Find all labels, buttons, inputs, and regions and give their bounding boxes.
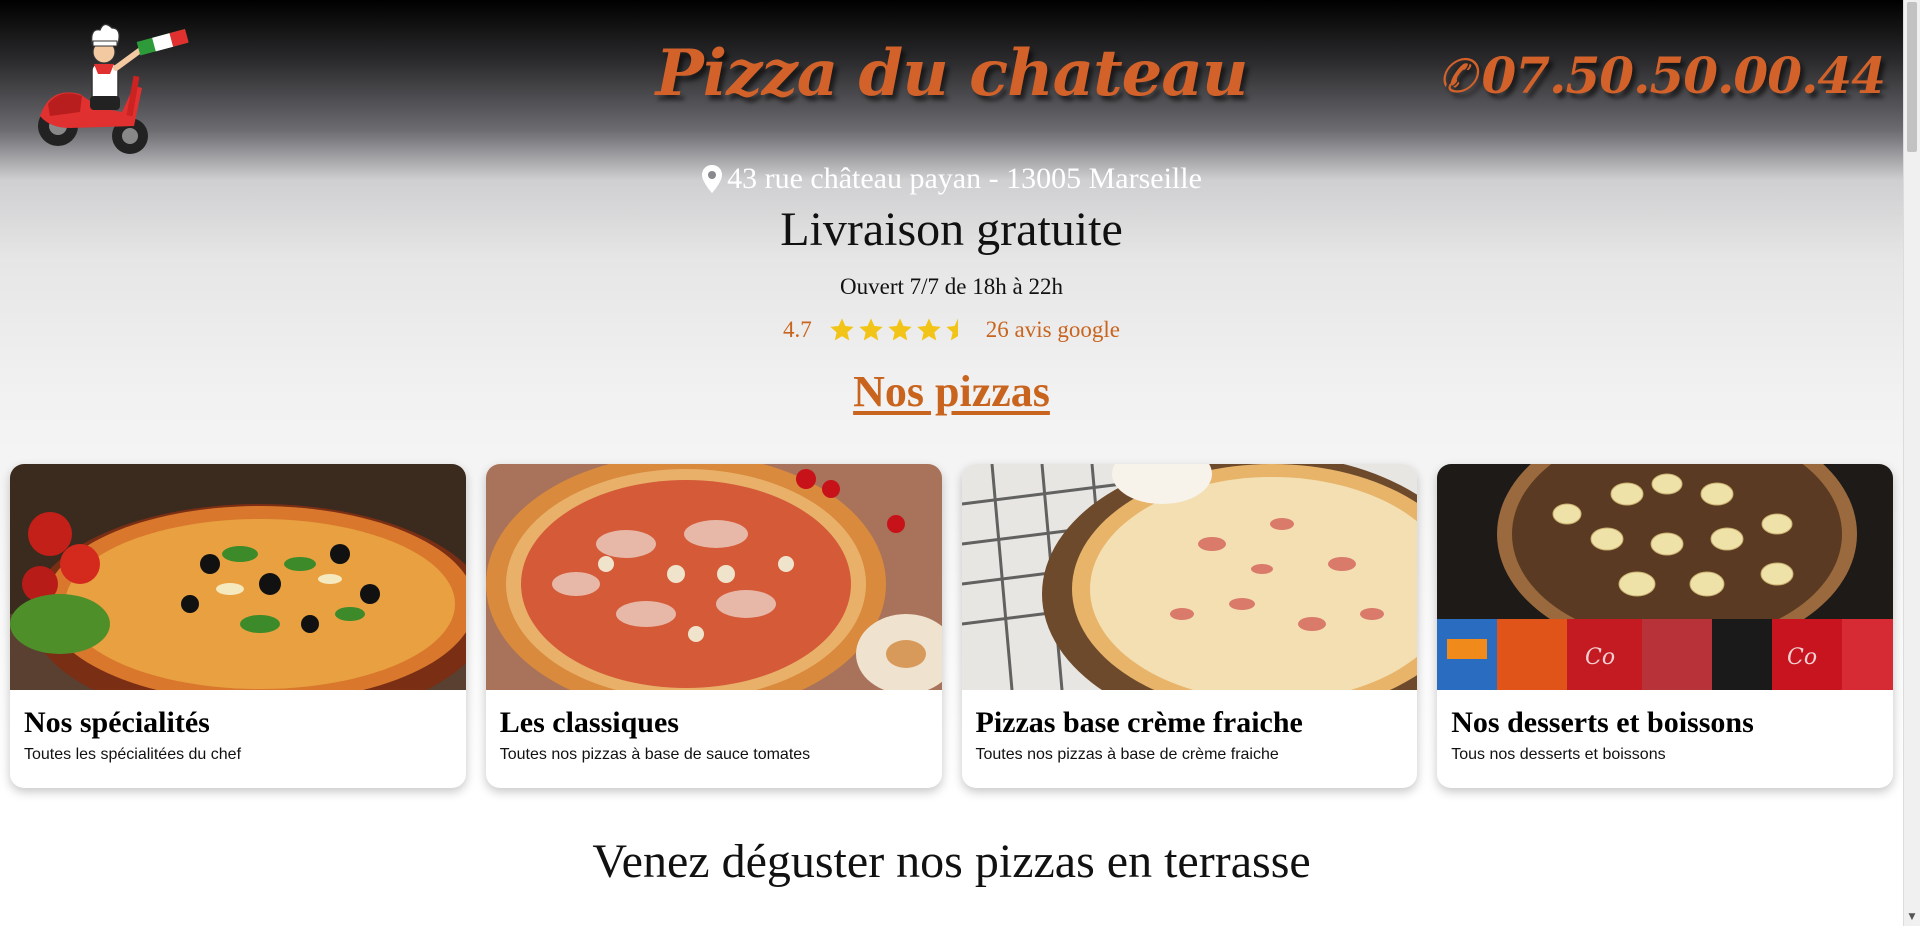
opening-hours: Ouvert 7/7 de 18h à 22h	[840, 274, 1063, 299]
card-image-specialites	[10, 464, 466, 690]
svg-text:Co: Co	[1787, 645, 1817, 670]
star-icon	[859, 318, 883, 341]
address-text: 43 rue château payan - 13005 Marseille	[727, 162, 1202, 195]
google-rating[interactable]: 4.7 26 avis google	[0, 316, 1903, 344]
card-description: Toutes nos pizzas à base de crème fraich…	[975, 746, 1279, 763]
star-icon	[830, 318, 854, 341]
card-title: Nos desserts et boissons	[1451, 706, 1754, 739]
address: 43 rue château payan - 13005 Marseille	[0, 162, 1903, 196]
card-image-desserts-boissons: Co Co	[1437, 464, 1893, 690]
card-title: Les classiques	[499, 706, 679, 739]
page: Pizza du chateau ✆ 07.50.50.00.44 43 rue…	[0, 0, 1903, 926]
nos-pizzas-link[interactable]: Nos pizzas	[853, 367, 1050, 416]
reviews-link[interactable]: 26 avis google	[986, 317, 1120, 343]
section-title: Nos pizzas	[0, 366, 1903, 417]
star-half-icon	[946, 318, 958, 341]
rating-value: 4.7	[783, 317, 812, 342]
delivery-heading: Livraison gratuite	[780, 203, 1123, 256]
phone-icon: ✆	[1437, 48, 1477, 103]
card-image-classiques	[485, 464, 942, 690]
phone-link[interactable]: ✆ 07.50.50.00.44	[1437, 46, 1886, 105]
card-classiques[interactable]: Les classiques Toutes nos pizzas à base …	[485, 464, 942, 788]
card-description: Toutes les spécialitées du chef	[24, 746, 242, 763]
star-icon	[917, 318, 941, 341]
scrollbar-thumb[interactable]	[1907, 2, 1917, 152]
svg-text:Co: Co	[1585, 645, 1615, 670]
scroll-down-arrow-icon[interactable]: ▼	[1907, 912, 1917, 922]
rating-stars	[828, 316, 972, 344]
map-pin-icon	[702, 165, 723, 193]
phone-number: 07.50.50.00.44	[1481, 46, 1886, 105]
card-description: Toutes nos pizzas à base de sauce tomate…	[499, 746, 811, 763]
card-desserts-boissons[interactable]: Co Co Nos desserts et boissons Tous nos …	[1437, 464, 1893, 788]
card-image-creme-fraiche	[961, 464, 1418, 690]
vertical-scrollbar[interactable]: ▼	[1903, 0, 1920, 926]
card-specialites[interactable]: Nos spécialités Toutes les spécialitées …	[10, 464, 466, 788]
card-creme-fraiche[interactable]: Pizzas base crème fraiche Toutes nos piz…	[961, 464, 1418, 788]
star-icon	[888, 318, 912, 341]
category-cards: Nos spécialités Toutes les spécialitées …	[10, 464, 1893, 788]
card-description: Tous nos desserts et boissons	[1451, 746, 1666, 763]
terrace-heading: Venez déguster nos pizzas en terrasse	[592, 835, 1311, 888]
card-title: Nos spécialités	[24, 706, 210, 739]
card-title: Pizzas base crème fraiche	[975, 706, 1303, 739]
